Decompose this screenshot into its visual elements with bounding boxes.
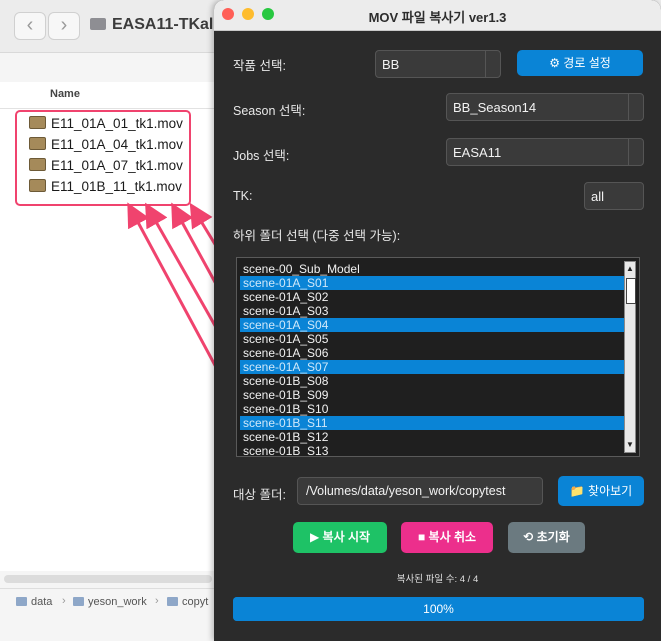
browse-button[interactable]: 📁 찾아보기 <box>558 476 644 506</box>
tk-label: TK: <box>233 189 253 203</box>
list-item[interactable]: scene-01A_S01 <box>240 276 626 290</box>
window-title: MOV 파일 복사기 ver1.3 <box>368 10 507 25</box>
progress-bar: 100% <box>233 597 644 621</box>
target-folder-input[interactable]: /Volumes/data/yeson_work/copytest <box>297 477 543 505</box>
mov-copier-window: MOV 파일 복사기 ver1.3 작품 선택: BB ⚙ 경로 설정 Seas… <box>214 0 661 641</box>
list-item[interactable]: scene-01B_S11 <box>240 416 626 430</box>
list-item[interactable]: scene-01B_S08 <box>240 374 626 388</box>
reset-button[interactable]: ⟲ 초기화 <box>508 522 585 553</box>
window-titlebar: MOV 파일 복사기 ver1.3 <box>214 0 661 31</box>
season-select[interactable]: BB_Season14 <box>446 93 644 121</box>
list-item[interactable]: scene-01B_S09 <box>240 388 626 402</box>
cancel-copy-button[interactable]: ■ 복사 취소 <box>401 522 493 553</box>
target-folder-label: 대상 폴더: <box>233 488 286 502</box>
subfolder-listbox[interactable]: scene-00_Sub_Model scene-01A_S01 scene-0… <box>236 257 640 457</box>
listbox-scrollbar[interactable]: ▲ ▼ <box>624 261 636 453</box>
list-item[interactable]: scene-01A_S07 <box>240 360 626 374</box>
subfolder-label: 하위 폴더 선택 (다중 선택 가능): <box>233 229 401 243</box>
work-select[interactable]: BB <box>375 50 501 78</box>
scroll-down-icon[interactable]: ▼ <box>625 439 635 451</box>
list-item[interactable]: scene-01A_S06 <box>240 346 626 360</box>
scroll-thumb[interactable] <box>626 278 636 304</box>
list-item[interactable]: scene-01A_S05 <box>240 332 626 346</box>
scroll-up-icon[interactable]: ▲ <box>625 263 635 275</box>
jobs-select[interactable]: EASA11 <box>446 138 644 166</box>
progress-text: 100% <box>423 602 454 616</box>
list-item[interactable]: scene-01A_S04 <box>240 318 626 332</box>
season-label: Season 선택: <box>233 104 306 118</box>
list-item[interactable]: scene-01A_S03 <box>240 304 626 318</box>
tk-select[interactable]: all <box>584 182 644 210</box>
copied-file-count: 복사된 파일 수: 4 / 4 <box>396 574 479 585</box>
list-item[interactable]: scene-01B_S12 <box>240 430 626 444</box>
start-copy-button[interactable]: ▶ 복사 시작 <box>293 522 387 553</box>
list-item[interactable]: scene-01A_S02 <box>240 290 626 304</box>
work-label: 작품 선택: <box>233 59 286 73</box>
list-item[interactable]: scene-01B_S10 <box>240 402 626 416</box>
list-item[interactable]: scene-01B_S13 <box>240 444 626 456</box>
jobs-label: Jobs 선택: <box>233 149 290 163</box>
list-item[interactable]: scene-00_Sub_Model <box>240 262 626 276</box>
path-settings-button[interactable]: ⚙ 경로 설정 <box>517 50 643 76</box>
